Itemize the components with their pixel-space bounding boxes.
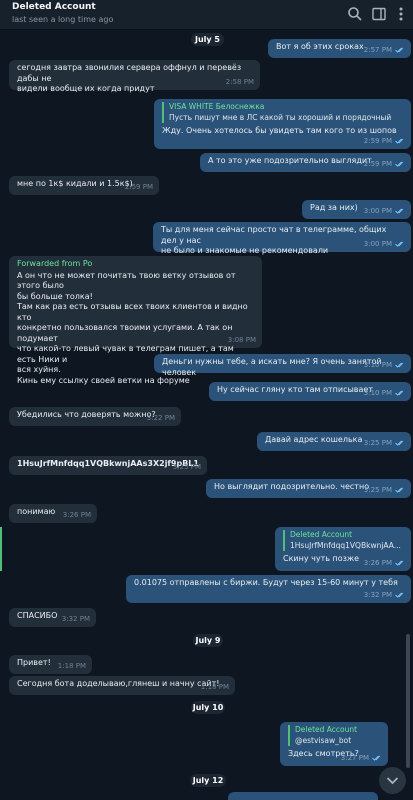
double-check-icon	[395, 487, 405, 493]
message-time: 3:32 PM	[363, 590, 392, 599]
message-time: 3:00 PM	[363, 239, 392, 248]
message-incoming[interactable]: понимаю 3:26 PM	[9, 504, 97, 523]
message-outgoing-reply[interactable]: Deleted Account @estvisaw_bot Здесь смот…	[280, 722, 388, 766]
message-outgoing-partial[interactable]	[228, 792, 378, 800]
message-list[interactable]: July 5 Вот я об этих сроках 2:57 PM сего…	[0, 30, 413, 800]
message-outgoing[interactable]: 0.01075 отправлены с биржи. Будут через …	[126, 575, 411, 603]
message-incoming[interactable]: Привет! 1:18 PM	[9, 655, 92, 674]
message-text: 0.01075 отправлены с биржи. Будут через …	[134, 578, 398, 587]
message-incoming[interactable]: сегодня завтра звонилия сервера оффнул и…	[9, 60, 260, 93]
message-time: 3:25 PM	[172, 462, 201, 471]
message-forwarded[interactable]: Forwarded from Po А он что не может почи…	[9, 256, 262, 385]
message-time: 3:26 PM	[363, 558, 392, 567]
reply-quote[interactable]: Deleted Account 1HsuJrfMnfdqq1VQBkwnjAA.…	[283, 530, 403, 551]
double-check-icon	[395, 208, 405, 214]
date-separator: July 12	[190, 774, 226, 787]
reply-quote[interactable]: Deleted Account @estvisaw_bot	[288, 725, 380, 746]
chat-status: last seen a long time ago	[12, 15, 114, 24]
message-time: 2:59 PM	[363, 159, 392, 168]
reply-author: VISA WHITE Белоснежка	[169, 102, 265, 111]
scroll-down-button[interactable]	[379, 767, 406, 794]
double-check-icon	[395, 138, 405, 144]
double-check-icon	[395, 362, 405, 368]
message-time: 3:27 PM	[340, 753, 369, 762]
message-outgoing[interactable]: Вот я об этих сроках 2:57 PM	[268, 39, 411, 58]
chat-title[interactable]: Deleted Account	[12, 2, 96, 12]
date-separator: July 5	[191, 33, 224, 46]
reply-author: Deleted Account	[290, 530, 353, 539]
message-time: 2:58 PM	[225, 77, 254, 86]
message-time: 3:25 PM	[363, 485, 392, 494]
message-outgoing[interactable]: А то это уже подозрительно выглядит 2:59…	[200, 153, 411, 172]
message-time: 3:10 PM	[363, 360, 392, 369]
double-check-icon	[395, 440, 405, 446]
search-icon[interactable]	[347, 6, 363, 22]
reply-text: 1HsuJrfMnfdqq1VQBkwnjAA...	[290, 540, 401, 550]
message-time: 3:08 PM	[227, 335, 256, 344]
sidebar-toggle-icon[interactable]	[371, 6, 387, 22]
message-incoming[interactable]: Сегодня бота доделываю,глянеш и начну са…	[9, 676, 235, 695]
message-time: 1:18 PM	[57, 661, 86, 670]
message-text: Сегодня бота доделываю,глянеш и начну са…	[17, 679, 220, 688]
message-time: 3:32 PM	[61, 614, 90, 623]
message-outgoing[interactable]: Ну сейчас гляну кто там отписывает 3:10 …	[209, 382, 411, 401]
message-outgoing-reply[interactable]: Deleted Account 1HsuJrfMnfdqq1VQBkwnjAA.…	[275, 527, 411, 571]
double-check-icon	[395, 592, 405, 598]
message-incoming[interactable]: Убедились что доверять можно? 3:22 PM	[9, 407, 181, 426]
scrollbar[interactable]	[406, 634, 410, 768]
double-check-icon	[395, 560, 405, 566]
forwarded-header[interactable]: Forwarded from Po	[17, 259, 254, 270]
message-outgoing[interactable]: Ты для меня сейчас просто чат в телеграм…	[153, 222, 411, 255]
message-text: сегодня завтра звонилия сервера оффнул и…	[17, 63, 242, 93]
double-check-icon	[395, 161, 405, 167]
reply-quote[interactable]: VISA WHITE Белоснежка Пусть пишут мне в …	[162, 102, 403, 123]
message-outgoing[interactable]: Деньги нужны тебе, а искать мне? Я очень…	[154, 354, 411, 377]
date-separator: July 10	[191, 701, 225, 714]
double-check-icon	[395, 390, 405, 396]
message-time: 3:00 PM	[363, 206, 392, 215]
message-time: 2:57 PM	[363, 45, 392, 54]
double-check-icon	[372, 755, 382, 761]
more-icon[interactable]	[393, 6, 409, 22]
message-time: 3:10 PM	[363, 388, 392, 397]
message-time: 3:25 PM	[363, 438, 392, 447]
message-time: 2:59 PM	[363, 136, 392, 145]
chat-header: Deleted Account last seen a long time ag…	[0, 0, 413, 30]
message-outgoing[interactable]: Давай адрес кошелька 3:25 PM	[257, 432, 411, 451]
reply-text: @estvisaw_bot	[295, 735, 352, 745]
message-time: 1:18 PM	[200, 682, 229, 691]
double-check-icon	[395, 241, 405, 247]
date-separator: July 9	[193, 634, 223, 647]
message-outgoing-reply[interactable]: VISA WHITE Белоснежка Пусть пишут мне в …	[154, 99, 411, 149]
message-outgoing[interactable]: Но выглядит подозрительно. честно 3:25 P…	[206, 479, 411, 498]
chevron-down-icon	[386, 777, 399, 785]
unread-accent	[0, 527, 2, 571]
message-incoming[interactable]: мне по 1к$ кидали и 1.5к$) 2:59 PM	[9, 176, 159, 195]
reply-author: Deleted Account	[295, 725, 358, 734]
double-check-icon	[395, 47, 405, 53]
message-incoming[interactable]: 1HsuJrfMnfdqq1VQBkwnjAAs3X2jf9pBL1 3:25 …	[9, 456, 207, 475]
message-outgoing[interactable]: Рад за них) 3:00 PM	[302, 200, 411, 219]
message-time: 3:22 PM	[146, 413, 175, 422]
message-incoming[interactable]: СПАСИБО 3:32 PM	[9, 608, 96, 627]
reply-text: Пусть пишут мне в ЛС какой ты хороший и …	[169, 112, 392, 122]
message-time: 2:59 PM	[124, 182, 153, 191]
message-time: 3:26 PM	[62, 510, 91, 519]
message-text: 1HsuJrfMnfdqq1VQBkwnjAAs3X2jf9pBL1	[17, 459, 199, 468]
